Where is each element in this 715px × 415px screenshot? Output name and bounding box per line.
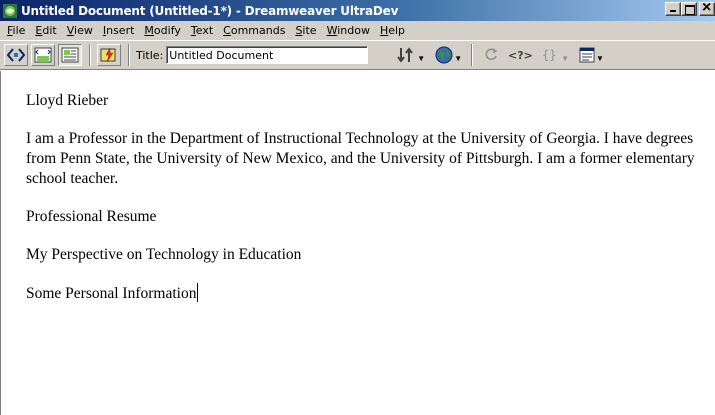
document-toolbar: Title: ▼ ▼ <?> {} ▼ bbox=[0, 40, 715, 70]
code-view-button[interactable] bbox=[4, 44, 28, 66]
file-management-icon bbox=[397, 47, 414, 63]
minimize-button[interactable] bbox=[665, 2, 681, 16]
code-navigation-icon: {} bbox=[542, 48, 556, 62]
refresh-icon bbox=[485, 48, 498, 61]
menu-commands[interactable]: Commands bbox=[219, 24, 291, 37]
dropdown-arrow-icon: ▼ bbox=[454, 54, 463, 63]
menu-site[interactable]: Site bbox=[291, 24, 322, 37]
menu-file[interactable]: File bbox=[3, 24, 31, 37]
title-label: Title: bbox=[136, 48, 164, 62]
toolbar-separator bbox=[89, 44, 91, 66]
code-view-icon bbox=[7, 48, 25, 62]
design-view-document[interactable]: Lloyd Rieber I am a Professor in the Dep… bbox=[0, 71, 715, 415]
dropdown-arrow-icon: ▼ bbox=[596, 54, 604, 63]
menu-text[interactable]: Text bbox=[187, 24, 219, 37]
dropdown-arrow-icon: ▼ bbox=[561, 54, 570, 63]
resume-line: Professional Resume bbox=[26, 208, 157, 225]
live-data-view-icon bbox=[100, 47, 116, 63]
caption-buttons bbox=[665, 0, 715, 17]
close-button[interactable] bbox=[699, 0, 715, 17]
page-heading: Lloyd Rieber bbox=[26, 92, 109, 109]
toolbar-separator bbox=[128, 44, 130, 66]
menu-edit[interactable]: Edit bbox=[31, 24, 62, 37]
code-navigation-button[interactable]: {} ▼ bbox=[542, 44, 569, 66]
dropdown-arrow-icon: ▼ bbox=[417, 54, 426, 63]
page-title-field[interactable] bbox=[166, 46, 369, 64]
menu-bar: File Edit View Insert Modify Text Comman… bbox=[0, 21, 715, 40]
personal-info-line: Some Personal Information bbox=[26, 283, 715, 304]
design-view-icon bbox=[61, 47, 79, 63]
window-title: Untitled Document (Untitled-1*) - Dreamw… bbox=[21, 3, 399, 18]
perspective-line: My Perspective on Technology in Educatio… bbox=[26, 246, 302, 263]
code-and-design-view-icon bbox=[34, 47, 52, 63]
server-markup-button[interactable]: <?> bbox=[508, 44, 532, 66]
view-options-icon bbox=[579, 47, 595, 63]
refresh-button[interactable] bbox=[484, 44, 498, 66]
menu-view[interactable]: View bbox=[63, 24, 99, 37]
menu-help[interactable]: Help bbox=[376, 24, 411, 37]
title-bar: Untitled Document (Untitled-1*) - Dreamw… bbox=[0, 0, 715, 21]
toolbar-separator bbox=[471, 44, 474, 66]
live-data-view-button[interactable] bbox=[97, 44, 121, 66]
menu-window[interactable]: Window bbox=[323, 24, 376, 37]
svg-text:<?>: <?> bbox=[508, 49, 532, 62]
text-caret bbox=[197, 283, 199, 302]
server-markup-icon: <?> bbox=[508, 49, 532, 62]
file-management-button[interactable]: ▼ bbox=[396, 44, 425, 66]
code-and-design-view-button[interactable] bbox=[31, 44, 55, 66]
preview-in-browser-icon bbox=[435, 46, 453, 64]
dreamweaver-app-icon[interactable] bbox=[2, 3, 18, 19]
design-view-button[interactable] bbox=[58, 44, 82, 66]
bio-paragraph: I am a Professor in the Department of In… bbox=[26, 130, 695, 187]
svg-text:{}: {} bbox=[542, 48, 556, 62]
menu-insert[interactable]: Insert bbox=[99, 24, 141, 37]
personal-info-text: Some Personal Information bbox=[26, 285, 197, 302]
maximize-button[interactable] bbox=[681, 2, 697, 16]
menu-modify[interactable]: Modify bbox=[140, 24, 186, 37]
preview-in-browser-button[interactable]: ▼ bbox=[435, 44, 462, 66]
view-options-button[interactable]: ▼ bbox=[579, 44, 604, 66]
